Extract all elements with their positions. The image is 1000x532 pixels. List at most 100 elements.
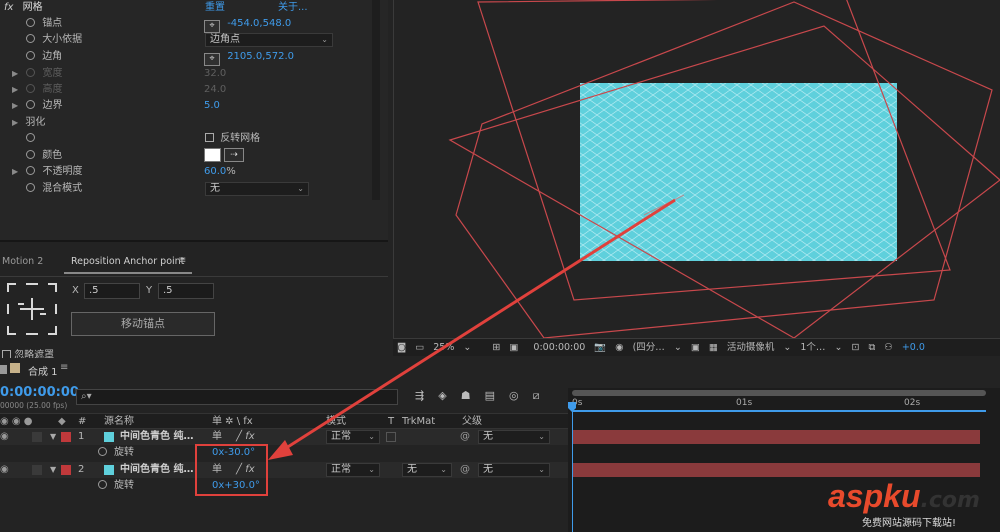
snapshot-icon[interactable]: ◙ xyxy=(397,339,406,356)
expand-arrow-icon[interactable]: ▶ xyxy=(12,118,18,127)
views-dropdown[interactable]: 1个… ⌄ xyxy=(800,339,842,356)
opacity-value[interactable]: 60.0 xyxy=(204,166,226,177)
stopwatch-icon[interactable] xyxy=(26,150,35,159)
layer-bar[interactable] xyxy=(572,463,980,477)
stopwatch-icon[interactable] xyxy=(26,100,36,109)
comp-mini-flowchart-icon[interactable]: ⇶ xyxy=(415,389,438,402)
scrollbar[interactable] xyxy=(372,0,380,200)
stopwatch-icon[interactable] xyxy=(98,445,107,461)
monitor-icon[interactable]: ▭ xyxy=(415,339,424,356)
camera-icon[interactable]: 📷 xyxy=(594,339,606,356)
prop-label: 不透明度 xyxy=(42,166,83,177)
layer-row[interactable]: ◉ ▼ 1 中间色青色 纯… 单 ╱ fx 正常 ⌄ @ 无 ⌄ xyxy=(0,429,568,445)
viewer-timecode[interactable]: 0:00:00:00 xyxy=(533,339,585,356)
camera-dropdown[interactable]: 活动摄像机 ⌄ xyxy=(727,339,792,356)
twirl-down-icon[interactable]: ▼ xyxy=(50,429,56,445)
trkmat-dropdown[interactable]: 无 ⌄ xyxy=(402,463,452,477)
size-from-dropdown[interactable]: 边角点 ⌄ xyxy=(205,33,333,47)
pickwhip-icon[interactable]: @ xyxy=(460,429,470,445)
invert-grid-checkbox[interactable]: 反转网格 xyxy=(205,131,260,147)
layer-name[interactable]: 中间色青色 纯… xyxy=(120,429,193,445)
tab-motion2[interactable]: Motion 2 xyxy=(2,256,43,267)
solid-icon xyxy=(104,465,114,475)
quality-switch-icon[interactable]: ╱ fx xyxy=(236,429,255,445)
draft3d-icon[interactable]: ◈ xyxy=(438,389,460,402)
preserve-transparency-toggle[interactable] xyxy=(386,432,396,442)
zoom-dropdown[interactable]: 25% ⌄ xyxy=(433,339,471,356)
expand-arrow-icon[interactable]: ▶ xyxy=(12,69,18,78)
transparency-icon[interactable]: ▦ xyxy=(709,339,718,356)
3d-icon[interactable]: ⧉ xyxy=(868,339,875,356)
shy-switch-icon[interactable]: 单 xyxy=(212,429,222,445)
eyedropper-icon[interactable]: ⇢ xyxy=(224,148,244,162)
color-swatch[interactable] xyxy=(204,148,221,162)
border-value[interactable]: 5.0 xyxy=(204,98,220,114)
layer-bar[interactable] xyxy=(572,430,980,444)
twirl-down-icon[interactable]: ▼ xyxy=(50,462,56,478)
x-input[interactable]: .5 xyxy=(84,283,140,299)
stopwatch-icon[interactable] xyxy=(26,133,35,142)
layer-search-input[interactable]: ⌕▾ xyxy=(76,389,398,405)
composition-viewer[interactable] xyxy=(393,0,1000,338)
motion-blur-icon[interactable]: ◎ xyxy=(509,389,533,402)
stopwatch-icon[interactable] xyxy=(26,18,35,27)
y-label: Y xyxy=(146,285,153,296)
lock-toggle[interactable] xyxy=(32,432,42,442)
crosshair-icon[interactable]: ⌖ xyxy=(204,53,220,66)
label-color[interactable] xyxy=(61,465,71,475)
region-icon[interactable]: ▣ xyxy=(509,339,518,356)
stopwatch-icon[interactable] xyxy=(26,183,35,192)
parent-dropdown[interactable]: 无 ⌄ xyxy=(478,463,550,477)
expand-arrow-icon[interactable]: ▶ xyxy=(12,167,18,176)
flowchart-icon[interactable]: ⚇ xyxy=(884,339,893,356)
y-input[interactable]: .5 xyxy=(158,283,214,299)
expand-arrow-icon[interactable]: ▶ xyxy=(12,101,18,110)
anchor-value[interactable]: -454.0,548.0 xyxy=(227,18,291,29)
effect-name[interactable]: 网格 xyxy=(23,2,43,13)
eye-icon[interactable]: ◉ xyxy=(0,462,9,478)
shy-icon[interactable]: ☗ xyxy=(461,389,485,402)
eye-icon[interactable]: ◉ xyxy=(0,429,9,445)
layer-name[interactable]: 中间色青色 纯… xyxy=(120,462,193,478)
exposure-value[interactable]: +0.0 xyxy=(902,339,925,356)
property-row[interactable]: 旋转 0x+30.0° xyxy=(0,478,568,494)
lock-toggle[interactable] xyxy=(32,465,42,475)
label-color[interactable] xyxy=(61,432,71,442)
anchor-grid-icon[interactable] xyxy=(6,282,58,336)
corner-value[interactable]: 2105.0,572.0 xyxy=(227,51,294,62)
stopwatch-icon[interactable] xyxy=(26,34,35,43)
channel-icon[interactable]: ◉ xyxy=(615,339,623,356)
playhead[interactable] xyxy=(572,412,573,532)
crosshair-icon[interactable]: ⌖ xyxy=(204,20,220,33)
expand-arrow-icon[interactable]: ▶ xyxy=(12,85,18,94)
mode-dropdown[interactable]: 正常 ⌄ xyxy=(326,463,380,477)
tab-reposition[interactable]: Reposition Anchor point xyxy=(64,248,192,274)
comp-tab[interactable]: 合成 1 xyxy=(28,363,58,378)
graph-editor-icon[interactable]: ⧄ xyxy=(533,389,554,402)
tab-menu-icon[interactable]: ≡ xyxy=(60,362,68,373)
parent-dropdown[interactable]: 无 ⌄ xyxy=(478,430,550,444)
mask-icon[interactable]: ▣ xyxy=(691,339,700,356)
stopwatch-icon[interactable] xyxy=(26,51,35,60)
col-switches: 单 ✲ \ fx xyxy=(212,416,253,427)
col-source-name[interactable]: 源名称 xyxy=(104,414,134,430)
stopwatch-icon[interactable] xyxy=(98,478,107,494)
reset-link[interactable]: 重置 xyxy=(205,0,225,16)
stopwatch-icon[interactable] xyxy=(26,166,36,175)
work-area-bar[interactable] xyxy=(572,390,986,396)
quality-dropdown[interactable]: (四分… ⌄ xyxy=(633,339,682,356)
mode-dropdown[interactable]: 正常 ⌄ xyxy=(326,430,380,444)
blend-mode-dropdown[interactable]: 无 ⌄ xyxy=(205,182,309,196)
reset-exposure-icon[interactable]: ⊡ xyxy=(851,339,859,356)
fit-icon[interactable]: ⊞ xyxy=(492,339,500,356)
layer-row[interactable]: ◉ ▼ 2 中间色青色 纯… 单 ╱ fx 正常 ⌄ 无 ⌄ @ 无 ⌄ xyxy=(0,462,568,478)
pickwhip-icon[interactable]: @ xyxy=(460,462,470,478)
close-icon[interactable] xyxy=(0,365,7,374)
about-link[interactable]: 关于... xyxy=(278,0,308,16)
checkbox-box[interactable] xyxy=(205,133,214,142)
panel-menu-icon[interactable]: ≡ xyxy=(178,255,186,266)
timeline-timecode[interactable]: 0:00:00:00 xyxy=(0,385,79,400)
property-row[interactable]: 旋转 0x-30.0° xyxy=(0,445,568,461)
frame-blend-icon[interactable]: ▤ xyxy=(485,389,509,402)
move-anchor-button[interactable]: 移动锚点 xyxy=(71,312,215,336)
